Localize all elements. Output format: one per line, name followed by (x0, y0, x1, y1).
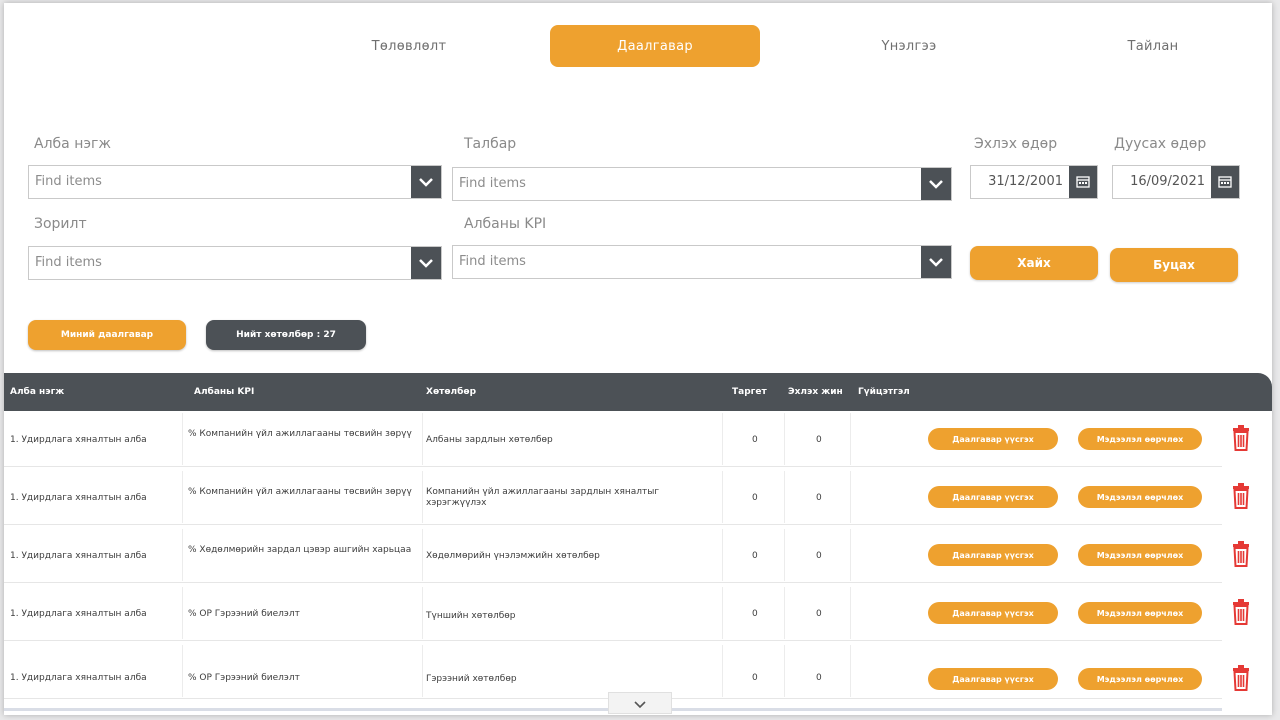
table-row[interactable]: 1. Удирдлага хяналтын алба % Компанийн ү… (4, 411, 1249, 467)
cell-program: Албаны зардлын хөтөлбөр (426, 435, 553, 445)
cell-unit: 1. Удирдлага хяналтын алба (10, 551, 147, 561)
create-task-button[interactable]: Даалгавар үүсгэх (928, 544, 1058, 566)
tab-label: Даалгавар (617, 38, 693, 54)
edit-info-button[interactable]: Мэдээлэл өөрчлөх (1078, 544, 1202, 566)
tab-planning[interactable]: Төлөвлөлт (304, 25, 514, 67)
start-date-value[interactable]: 31/12/2001 (988, 174, 1063, 189)
cell-kpi: % Компанийн үйл ажиллагааны төсвийн зөрү… (188, 429, 412, 439)
scroll-down-button[interactable] (608, 692, 672, 714)
cell-weight: 0 (816, 551, 822, 561)
field-input[interactable]: Find items (459, 176, 526, 191)
cell-program: Хөдөлмөрийн үнэлэмжийн хөтөлбөр (426, 551, 600, 561)
chevron-down-icon[interactable] (921, 168, 951, 200)
tab-label: Үнэлгээ (881, 38, 937, 54)
goal-combobox[interactable]: Find items (28, 246, 442, 280)
create-task-button[interactable]: Даалгавар үүсгэх (928, 486, 1058, 508)
tab-report[interactable]: Тайлан (1048, 25, 1258, 67)
cell-kpi: % OP Гэрээний биелэлт (188, 609, 300, 619)
table-row[interactable]: 1. Удирдлага хяналтын алба % Хөдөлмөрийн… (4, 527, 1249, 583)
cell-program: Гэрээний хөтөлбөр (426, 674, 517, 684)
cell-target: 0 (752, 673, 758, 683)
end-date-field[interactable]: 16/09/2021 (1112, 165, 1240, 199)
chevron-down-icon[interactable] (411, 166, 441, 198)
kpi-combobox[interactable]: Find items (452, 245, 952, 279)
cell-kpi: % OP Гэрээний биелэлт (188, 673, 300, 683)
edit-info-button[interactable]: Мэдээлэл өөрчлөх (1078, 428, 1202, 450)
app-window: Төлөвлөлт Даалгавар Үнэлгээ Тайлан Алба … (4, 3, 1272, 715)
kpi-label: Албаны KPI (464, 216, 547, 232)
cell-weight: 0 (816, 609, 822, 619)
field-combobox[interactable]: Find items (452, 167, 952, 201)
cell-target: 0 (752, 493, 758, 503)
cell-target: 0 (752, 551, 758, 561)
trash-icon[interactable] (1232, 599, 1250, 625)
create-task-button[interactable]: Даалгавар үүсгэх (928, 602, 1058, 624)
column-header-unit: Алба нэгж (10, 387, 65, 397)
field-label: Талбар (464, 136, 517, 152)
search-button[interactable]: Хайх (970, 246, 1098, 280)
edit-info-button[interactable]: Мэдээлэл өөрчлөх (1078, 668, 1202, 690)
cell-program: Компанийн үйл ажиллагааны зардлын хяналт… (426, 487, 660, 508)
cell-target: 0 (752, 435, 758, 445)
unit-combobox[interactable]: Find items (28, 165, 442, 199)
unit-label: Алба нэгж (34, 136, 111, 152)
table-row[interactable]: 1. Удирдлага хяналтын алба % OP Гэрээний… (4, 585, 1249, 641)
cell-program: Түншийн хөтөлбөр (426, 611, 516, 621)
trash-icon[interactable] (1232, 665, 1250, 691)
column-header-weight: Эхлэх жин (788, 387, 843, 397)
calendar-icon[interactable] (1069, 166, 1097, 198)
my-tasks-button[interactable]: Миний даалгавар (28, 320, 186, 350)
trash-icon[interactable] (1232, 483, 1250, 509)
cell-unit: 1. Удирдлага хяналтын алба (10, 435, 147, 445)
cell-kpi: % Хөдөлмөрийн зардал цэвэр ашгийн харьца… (188, 545, 412, 555)
column-header-target: Таргет (732, 387, 767, 397)
chevron-down-icon[interactable] (411, 247, 441, 279)
chevron-down-icon (634, 694, 646, 713)
end-date-label: Дуусах өдөр (1114, 136, 1207, 152)
table-row[interactable]: 1. Удирдлага хяналтын алба % OP Гэрээний… (4, 643, 1249, 699)
goal-input[interactable]: Find items (35, 255, 102, 270)
column-header-kpi: Албаны KPI (194, 387, 255, 397)
start-date-label: Эхлэх өдөр (974, 136, 1058, 152)
table-row[interactable]: 1. Удирдлага хяналтын алба % Компанийн ү… (4, 469, 1249, 525)
edit-info-button[interactable]: Мэдээлэл өөрчлөх (1078, 486, 1202, 508)
cell-target: 0 (752, 609, 758, 619)
column-header-performance: Гүйцэтгэл (858, 387, 910, 397)
total-programs-badge: Нийт хөтөлбөр : 27 (206, 320, 366, 350)
cell-unit: 1. Удирдлага хяналтын алба (10, 493, 147, 503)
tab-tasks[interactable]: Даалгавар (550, 25, 760, 67)
edit-info-button[interactable]: Мэдээлэл өөрчлөх (1078, 602, 1202, 624)
chevron-down-icon[interactable] (921, 246, 951, 278)
kpi-input[interactable]: Find items (459, 254, 526, 269)
start-date-field[interactable]: 31/12/2001 (970, 165, 1098, 199)
back-button[interactable]: Буцах (1110, 248, 1238, 282)
calendar-icon[interactable] (1211, 166, 1239, 198)
cell-unit: 1. Удирдлага хяналтын алба (10, 673, 147, 683)
goal-label: Зорилт (34, 216, 87, 232)
cell-kpi: % Компанийн үйл ажиллагааны төсвийн зөрү… (188, 487, 412, 497)
create-task-button[interactable]: Даалгавар үүсгэх (928, 668, 1058, 690)
cell-weight: 0 (816, 673, 822, 683)
cell-weight: 0 (816, 435, 822, 445)
tab-label: Тайлан (1127, 38, 1179, 54)
unit-input[interactable]: Find items (35, 174, 102, 189)
cell-unit: 1. Удирдлага хяналтын алба (10, 609, 147, 619)
tab-evaluation[interactable]: Үнэлгээ (804, 25, 1014, 67)
tab-label: Төлөвлөлт (371, 38, 447, 54)
end-date-value[interactable]: 16/09/2021 (1130, 174, 1205, 189)
trash-icon[interactable] (1232, 425, 1250, 451)
cell-weight: 0 (816, 493, 822, 503)
table-header: Алба нэгж Албаны KPI Хөтөлбөр Таргет Эхл… (4, 373, 1272, 411)
trash-icon[interactable] (1232, 541, 1250, 567)
column-header-program: Хөтөлбөр (426, 387, 477, 397)
create-task-button[interactable]: Даалгавар үүсгэх (928, 428, 1058, 450)
